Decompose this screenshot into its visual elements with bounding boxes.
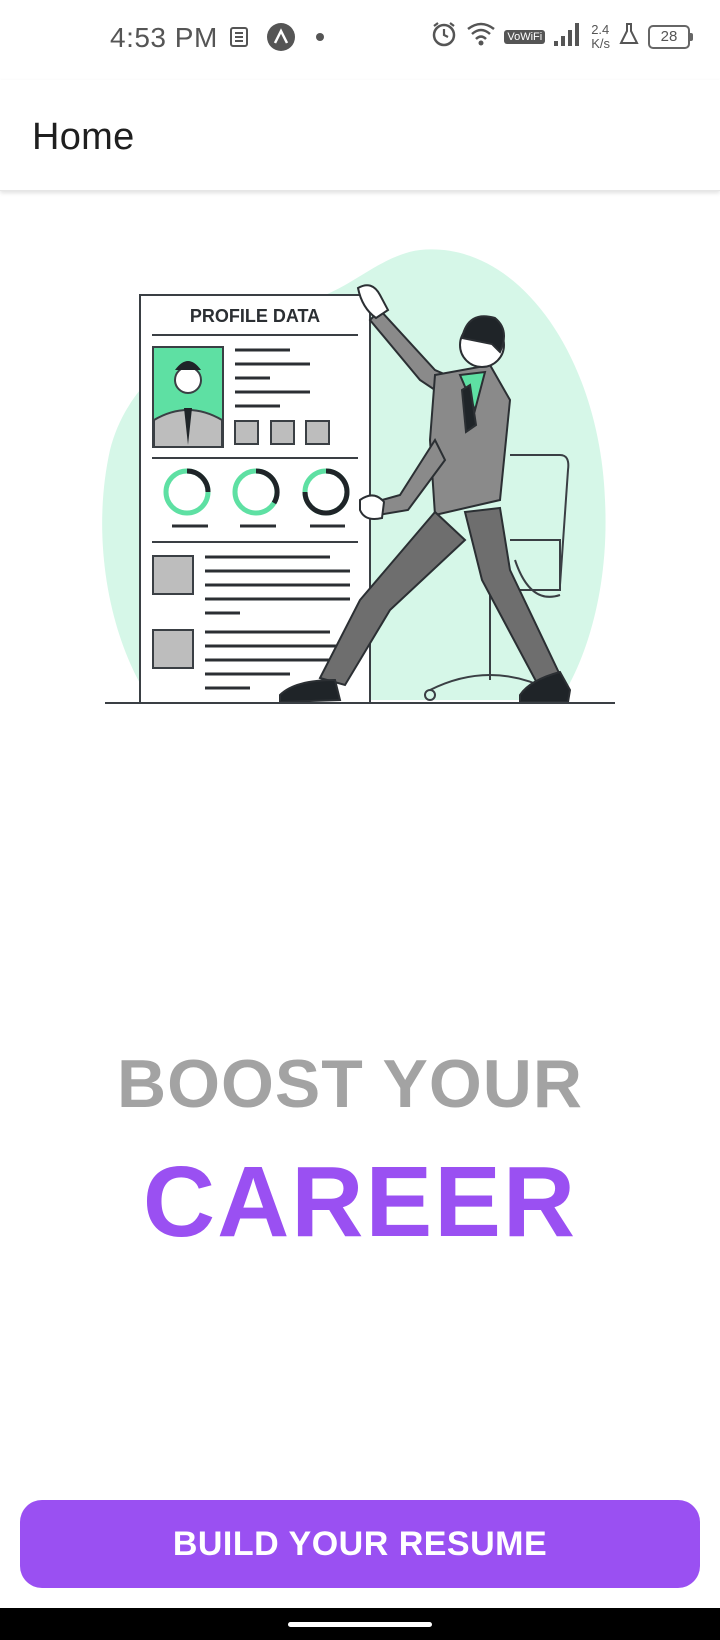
hero-line-2: CAREER <box>142 1146 578 1258</box>
vowifi-badge: VoWiFi <box>504 29 546 44</box>
net-speed-value: 2.4 <box>591 21 610 37</box>
wifi-icon <box>466 21 496 52</box>
signal-icon <box>553 21 583 52</box>
status-time: 4:53 PM <box>110 22 218 53</box>
home-gesture-handle[interactable] <box>288 1622 432 1627</box>
status-bar: 4:53 PM VoWiFi 2.4 K/s 28 <box>0 0 720 80</box>
news-icon <box>228 25 252 54</box>
system-icons: VoWiFi 2.4 K/s 28 <box>430 20 693 53</box>
flask-icon <box>618 22 640 51</box>
arch-app-icon <box>266 22 296 57</box>
profile-illustration: PROFILE DATA <box>102 249 615 704</box>
notification-icons <box>228 22 330 57</box>
battery-level: 28 <box>660 28 678 45</box>
card-title: PROFILE DATA <box>190 306 320 326</box>
hero-line-1: BOOST YOUR <box>117 1046 583 1122</box>
net-speed: 2.4 K/s <box>591 21 610 51</box>
build-resume-button[interactable]: BUILD YOUR RESUME <box>20 1500 700 1588</box>
page-title: Home <box>32 116 135 158</box>
system-nav-bar <box>0 1608 720 1640</box>
net-speed-unit: K/s <box>591 35 610 51</box>
battery-icon: 28 <box>648 24 693 49</box>
dot-icon <box>310 27 330 52</box>
hero-illustration: PROFILE DATA <box>90 240 630 740</box>
app-bar: Home <box>0 80 720 191</box>
alarm-icon <box>430 20 458 53</box>
